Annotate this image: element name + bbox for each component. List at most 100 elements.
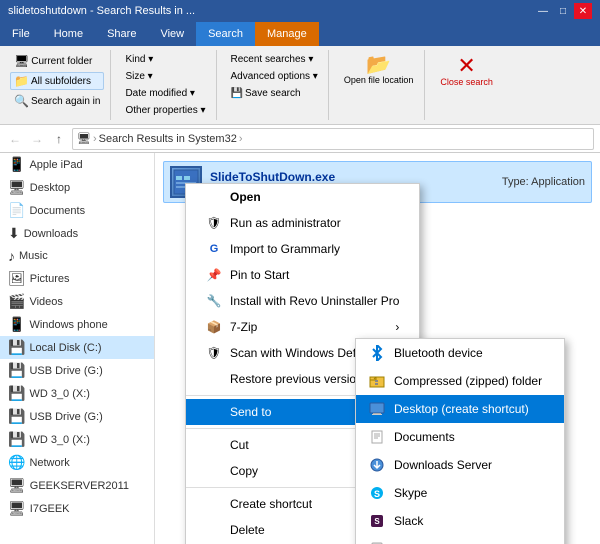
submenu-desktop[interactable]: Desktop (create shortcut) — [356, 395, 564, 423]
breadcrumb-item: 🖥 — [77, 132, 91, 145]
ribbon-group-location: 🖥 Current folder 📁 All subfolders 🔍 Sear… — [4, 50, 111, 120]
compressed-folder-icon — [368, 372, 386, 390]
file-area: SlideToShutDown.exe C:\Windows\System32 … — [155, 153, 600, 544]
download-submenu-icon — [368, 456, 386, 474]
date-modified-button[interactable]: Date modified ▾ — [121, 86, 209, 101]
phone-icon: 📱 — [8, 316, 25, 333]
recent-searches-button[interactable]: Recent searches ▾ — [227, 52, 322, 67]
other-properties-button[interactable]: Other properties ▾ — [121, 103, 209, 118]
close-search-icon: ✕ — [457, 55, 475, 77]
sidebar-item-geekserver[interactable]: 🖥 GEEKSERVER2011 — [0, 474, 154, 497]
file-type: Type: Application — [502, 176, 585, 188]
tab-share[interactable]: Share — [95, 22, 148, 46]
local-disk-icon: 💾 — [8, 339, 25, 356]
ctx-open[interactable]: Open — [186, 184, 419, 210]
send-icon — [206, 404, 222, 420]
ctx-pin-start[interactable]: 📌 Pin to Start — [186, 262, 419, 288]
close-button[interactable]: ✕ — [574, 3, 592, 19]
documents-icon: 📄 — [8, 202, 25, 219]
ctx-grammarly[interactable]: G Import to Grammarly — [186, 236, 419, 262]
server-icon-1: 🖥 — [8, 477, 26, 494]
submenu-slack[interactable]: S Slack — [356, 507, 564, 535]
sidebar-item-usb-drive-g[interactable]: 💾 USB Drive (G:) — [0, 359, 154, 382]
current-folder-button[interactable]: 🖥 Current folder — [10, 52, 104, 70]
search-again-icon: 🔍 — [14, 94, 29, 108]
slack-icon: S — [368, 512, 386, 530]
ribbon-group-open: 📂 Open file location — [333, 50, 426, 120]
kind-button[interactable]: Kind ▾ — [121, 52, 209, 67]
maximize-button[interactable]: □ — [554, 3, 572, 19]
usb-icon-1: 💾 — [8, 362, 25, 379]
sidebar-item-documents[interactable]: 📄 Documents — [0, 199, 154, 222]
title-bar-text: slidetoshutdown - Search Results in ... — [8, 5, 534, 17]
svg-text:S: S — [374, 489, 380, 499]
bluetooth-icon — [368, 344, 386, 362]
minimize-button[interactable]: — — [534, 3, 552, 19]
desktop-shortcut-icon — [368, 400, 386, 418]
save-search-button[interactable]: 💾 Save search — [227, 86, 322, 101]
breadcrumb[interactable]: 🖥 › Search Results in System32 › — [72, 128, 594, 150]
close-search-button[interactable]: ✕ Close search — [435, 52, 498, 90]
sidebar-item-usb-drive-g2[interactable]: 💾 USB Drive (G:) — [0, 405, 154, 428]
sidebar-item-local-disk[interactable]: 💾 Local Disk (C:) — [0, 336, 154, 359]
tab-home[interactable]: Home — [42, 22, 95, 46]
wd-icon-1: 💾 — [8, 385, 25, 402]
title-bar-controls: — □ ✕ — [534, 3, 592, 19]
shortcut-icon — [206, 496, 222, 512]
back-button[interactable]: ← — [6, 130, 24, 148]
skype-icon: S — [368, 484, 386, 502]
title-bar: slidetoshutdown - Search Results in ... … — [0, 0, 600, 22]
ribbon-tabs: File Home Share View Search Manage — [0, 22, 600, 46]
tab-search[interactable]: Search — [196, 22, 255, 46]
up-button[interactable]: ↑ — [50, 130, 68, 148]
submenu-compressed[interactable]: Compressed (zipped) folder — [356, 367, 564, 395]
size-button[interactable]: Size ▾ — [121, 69, 209, 84]
sidebar-item-videos[interactable]: 🎬 Videos — [0, 290, 154, 313]
all-subfolders-button[interactable]: 📁 All subfolders — [10, 72, 104, 90]
documents-submenu-icon — [368, 428, 386, 446]
ctx-revo[interactable]: 🔧 Install with Revo Uninstaller Pro — [186, 288, 419, 314]
pin-icon: 📌 — [206, 267, 222, 283]
tab-manage[interactable]: Manage — [255, 22, 319, 46]
submenu-apple-ipad[interactable]: Apple iPad — [356, 535, 564, 544]
ribbon: 🖥 Current folder 📁 All subfolders 🔍 Sear… — [0, 46, 600, 125]
save-icon: 💾 — [231, 88, 243, 99]
search-again-button[interactable]: 🔍 Search again in — [10, 92, 104, 110]
music-icon: ♪ — [8, 248, 15, 264]
admin-icon: 🛡 — [206, 215, 222, 231]
file-name: SlideToShutDown.exe — [210, 170, 494, 184]
defender-icon: 🛡 — [206, 345, 222, 361]
sidebar-item-music[interactable]: ♪ Music — [0, 245, 154, 267]
sidebar-item-downloads[interactable]: ⬇ Downloads — [0, 222, 154, 245]
ribbon-group-close: ✕ Close search — [429, 50, 504, 120]
sidebar-item-wd-x[interactable]: 💾 WD 3_0 (X:) — [0, 382, 154, 405]
open-file-location-button[interactable]: 📂 Open file location — [339, 52, 419, 88]
open-icon — [206, 189, 222, 205]
ctx-7zip[interactable]: 📦 7-Zip › — [186, 314, 419, 340]
ctx-run-admin[interactable]: 🛡 Run as administrator — [186, 210, 419, 236]
submenu-bluetooth[interactable]: Bluetooth device — [356, 339, 564, 367]
submenu-downloads-server[interactable]: Downloads Server — [356, 451, 564, 479]
downloads-icon: ⬇ — [8, 225, 20, 242]
sidebar-item-pictures[interactable]: 🖼 Pictures — [0, 267, 154, 290]
address-bar: ← → ↑ 🖥 › Search Results in System32 › — [0, 125, 600, 153]
submenu-documents[interactable]: Documents — [356, 423, 564, 451]
advanced-options-button[interactable]: Advanced options ▾ — [227, 69, 322, 84]
restore-icon — [206, 371, 222, 387]
submenu-skype[interactable]: S Skype — [356, 479, 564, 507]
sidebar-item-apple-ipad[interactable]: 📱 Apple iPad — [0, 153, 154, 176]
open-folder-icon: 📂 — [366, 55, 391, 75]
sidebar-item-wd-x2[interactable]: 💾 WD 3_0 (X:) — [0, 428, 154, 451]
sidebar-item-network[interactable]: 🌐 Network — [0, 451, 154, 474]
cut-icon — [206, 437, 222, 453]
sidebar-item-windows-phone[interactable]: 📱 Windows phone — [0, 313, 154, 336]
ribbon-group-refine: Kind ▾ Size ▾ Date modified ▾ Other prop… — [115, 50, 216, 120]
sidebar-item-desktop[interactable]: 🖥 Desktop — [0, 176, 154, 199]
tab-view[interactable]: View — [148, 22, 196, 46]
sidebar-item-i7geek[interactable]: 🖥 I7GEEK — [0, 497, 154, 520]
tab-file[interactable]: File — [0, 22, 42, 46]
forward-button[interactable]: → — [28, 130, 46, 148]
tablet-icon: 📱 — [8, 156, 25, 173]
apple-ipad-icon — [368, 540, 386, 544]
videos-icon: 🎬 — [8, 293, 25, 310]
